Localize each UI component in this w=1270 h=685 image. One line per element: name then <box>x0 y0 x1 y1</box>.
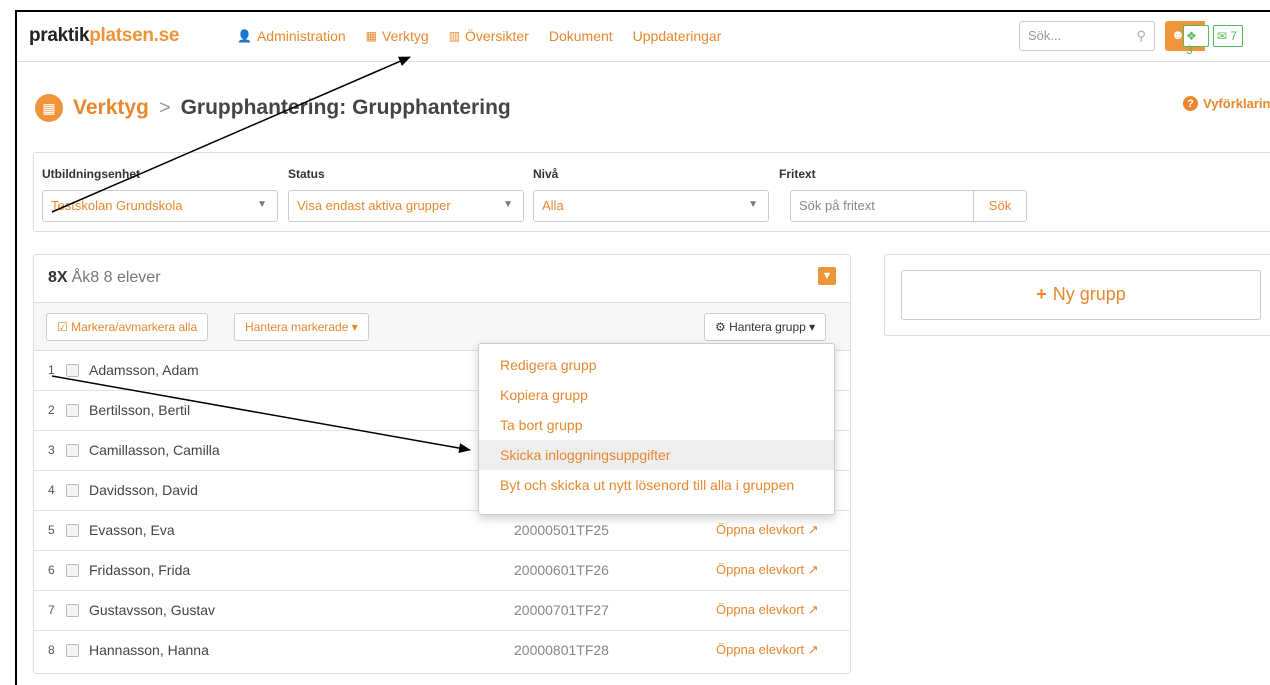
caret-down-icon: ▾ <box>809 320 816 334</box>
student-name: Gustavsson, Gustav <box>89 602 216 618</box>
freetext-input[interactable]: Sök på fritext <box>790 190 974 222</box>
menu-edit-group[interactable]: Redigera grupp <box>479 350 834 380</box>
help-link[interactable]: ? Vyförklaring <box>1183 96 1270 111</box>
row-checkbox[interactable] <box>66 404 79 417</box>
nav-dokument[interactable]: Dokument <box>549 28 613 44</box>
gear-icon: ⚙ <box>715 320 726 334</box>
caret-down-icon: ▾ <box>351 320 358 334</box>
student-name: Adamsson, Adam <box>89 362 199 378</box>
check-square-icon: ☑ <box>57 320 68 334</box>
menu-send-login-details[interactable]: Skicka inloggningsuppgifter <box>479 440 834 470</box>
user-icon: 👤 <box>237 29 252 43</box>
pins-badge[interactable]: ❖ 3 <box>1183 25 1209 57</box>
group-description: Åk8 8 elever <box>71 269 161 286</box>
manage-group-button[interactable]: ⚙ Hantera grupp ▾ <box>704 313 827 341</box>
menu-reset-passwords[interactable]: Byt och skicka ut nytt lösenord till all… <box>479 470 834 500</box>
nav-administration[interactable]: 👤 Administration <box>237 28 346 44</box>
open-student-card-link[interactable]: Öppna elevkort ↗ <box>716 642 819 658</box>
search-input[interactable]: Sök... ⚲ <box>1019 21 1155 51</box>
breadcrumb-separator: > <box>158 96 171 119</box>
plus-icon: + <box>1036 284 1047 304</box>
menu-copy-group[interactable]: Kopiera grupp <box>479 380 834 410</box>
student-name: Bertilsson, Bertil <box>89 402 191 418</box>
bar-chart-icon: ▥ <box>448 29 461 43</box>
row-checkbox[interactable] <box>66 364 79 377</box>
manage-group-dropdown: Redigera grupp Kopiera grupp Ta bort gru… <box>478 343 835 515</box>
collapse-toggle-icon[interactable]: ▼ <box>818 267 836 285</box>
calendar-icon: ▦ <box>365 29 377 43</box>
external-link-icon: ↗ <box>807 562 819 577</box>
breadcrumb-section[interactable]: Verktyg <box>73 96 149 120</box>
open-student-card-link[interactable]: Öppna elevkort ↗ <box>716 522 819 538</box>
question-icon: ? <box>1183 96 1198 111</box>
student-id: 20000501TF25 <box>514 522 609 538</box>
row-checkbox[interactable] <box>66 644 79 657</box>
freetext-label: Fritext <box>779 167 816 181</box>
student-id: 20000601TF26 <box>514 562 609 578</box>
external-link-icon: ↗ <box>807 642 819 657</box>
student-row: 8 Hannasson, Hanna 20000801TF28 Öppna elevk… <box>48 642 819 658</box>
open-student-card-link[interactable]: Öppna elevkort ↗ <box>716 562 819 578</box>
main-nav: 👤 Administration ▦ Verktyg ▥ Översikter Dok… <box>237 28 721 44</box>
school-label: Utbildningsenhet <box>42 167 140 181</box>
menu-delete-group[interactable]: Ta bort grupp <box>479 410 834 440</box>
caret-down-icon: ▼ <box>748 199 758 210</box>
student-id: 20000701TF27 <box>514 602 609 618</box>
pin-icon: ❖ <box>1186 29 1197 43</box>
student-row: 5 Evasson, Eva 20000501TF25 Öppna elevkort … <box>34 511 850 551</box>
filter-bar: Utbildningsenhet Testskolan Grundskola ▼ … <box>33 152 1270 232</box>
row-checkbox[interactable] <box>66 444 79 457</box>
new-group-button[interactable]: + Ny grupp <box>901 270 1261 320</box>
student-row: 6 Fridasson, Frida 20000601TF26 Öppna elevk… <box>34 551 850 591</box>
student-name: Hannasson, Hanna <box>89 642 209 658</box>
external-link-icon: ↗ <box>807 522 819 537</box>
school-select[interactable]: Testskolan Grundskola ▼ <box>42 190 278 222</box>
status-select[interactable]: Visa endast aktiva grupper ▼ <box>288 190 524 222</box>
level-select[interactable]: Alla ▼ <box>533 190 769 222</box>
status-label: Status <box>288 167 325 181</box>
envelope-icon: ✉ <box>1217 29 1228 43</box>
student-name: Fridasson, Frida <box>89 562 191 578</box>
freetext-search-button[interactable]: Sök <box>973 190 1027 222</box>
group-code: 8X <box>48 269 68 286</box>
caret-down-icon: ▼ <box>503 199 513 210</box>
messages-badge[interactable]: ✉ 7 <box>1213 25 1243 47</box>
nav-uppdateringar[interactable]: Uppdateringar <box>633 28 722 44</box>
new-group-panel: + Ny grupp <box>884 254 1270 336</box>
student-name: Camillasson, Camilla <box>89 442 220 458</box>
group-header: 8X Åk8 8 elever ▼ <box>34 255 850 303</box>
breadcrumb-page: Grupphantering: Grupphantering <box>180 96 511 119</box>
row-checkbox[interactable] <box>66 484 79 497</box>
student-name: Davidsson, David <box>89 482 198 498</box>
open-student-card-link[interactable]: Öppna elevkort ↗ <box>716 602 819 618</box>
level-label: Nivå <box>533 167 559 181</box>
nav-oversikter[interactable]: ▥ Översikter <box>449 28 529 44</box>
app-window: praktikplatsen.se 👤 Administration ▦ Verkt… <box>15 10 1270 685</box>
page-title: ▦ Verktyg > Grupphantering: Grupphanteri… <box>35 94 511 122</box>
search-icon: ⚲ <box>1136 28 1146 43</box>
external-link-icon: ↗ <box>807 602 819 617</box>
row-checkbox[interactable] <box>66 564 79 577</box>
calendar-icon: ▦ <box>35 94 63 122</box>
mark-all-button[interactable]: ☑ Markera/avmarkera alla <box>46 313 209 341</box>
manage-marked-button[interactable]: Hantera markerade ▾ <box>234 313 369 341</box>
caret-down-icon: ▼ <box>257 199 267 210</box>
student-id: 20000801TF28 <box>514 642 609 658</box>
row-checkbox[interactable] <box>66 604 79 617</box>
student-row: 7 Gustavsson, Gustav 20000701TF27 Öppna ele… <box>34 591 850 631</box>
row-checkbox[interactable] <box>66 524 79 537</box>
student-name: Evasson, Eva <box>89 522 175 538</box>
top-navbar: praktikplatsen.se 👤 Administration ▦ Verkt… <box>17 12 1270 62</box>
nav-verktyg[interactable]: ▦ Verktyg <box>366 28 429 44</box>
logo[interactable]: praktikplatsen.se <box>29 25 179 47</box>
